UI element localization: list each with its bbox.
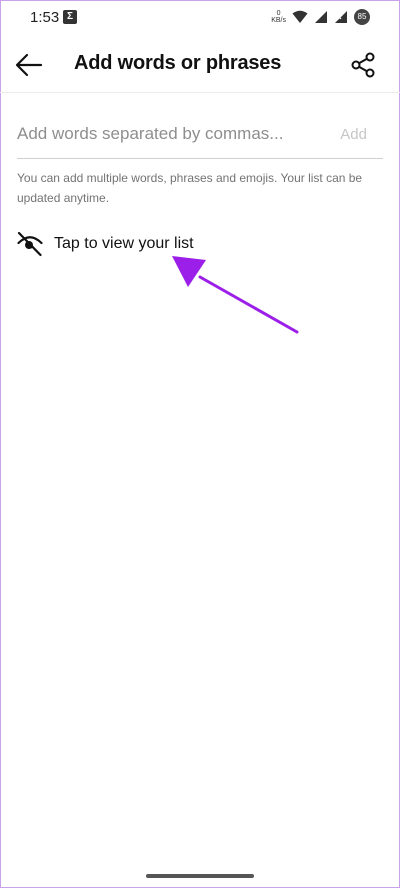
helper-text: You can add multiple words, phrases and … [17, 171, 363, 205]
share-button[interactable] [350, 52, 376, 78]
notification-app-icon: Σ [63, 10, 77, 24]
status-icons: 0 KB/s 85 [271, 8, 370, 26]
eye-off-icon [17, 231, 43, 257]
share-icon [351, 52, 375, 78]
net-speed: 0 KB/s [271, 10, 286, 24]
status-bar: 1:53 Σ 0 KB/s 85 [0, 0, 400, 36]
add-button[interactable]: Add [340, 126, 367, 143]
annotation-arrow-icon [172, 256, 299, 334]
back-button[interactable] [14, 51, 44, 79]
net-speed-unit: KB/s [271, 17, 286, 24]
home-indicator[interactable] [146, 874, 254, 878]
page-title: Add words or phrases [74, 52, 282, 74]
wifi-icon [292, 10, 308, 23]
words-input[interactable] [17, 114, 317, 154]
arrow-left-icon [15, 53, 43, 77]
status-time: 1:53 [30, 9, 60, 26]
word-input-row: Add [17, 114, 383, 159]
net-speed-value: 0 [276, 10, 281, 17]
signal-icon-2 [335, 11, 347, 23]
signal-icon [315, 11, 327, 23]
app-bar-divider [0, 92, 400, 93]
battery-icon: 85 [354, 9, 370, 25]
app-bar: Add words or phrases [0, 38, 400, 92]
